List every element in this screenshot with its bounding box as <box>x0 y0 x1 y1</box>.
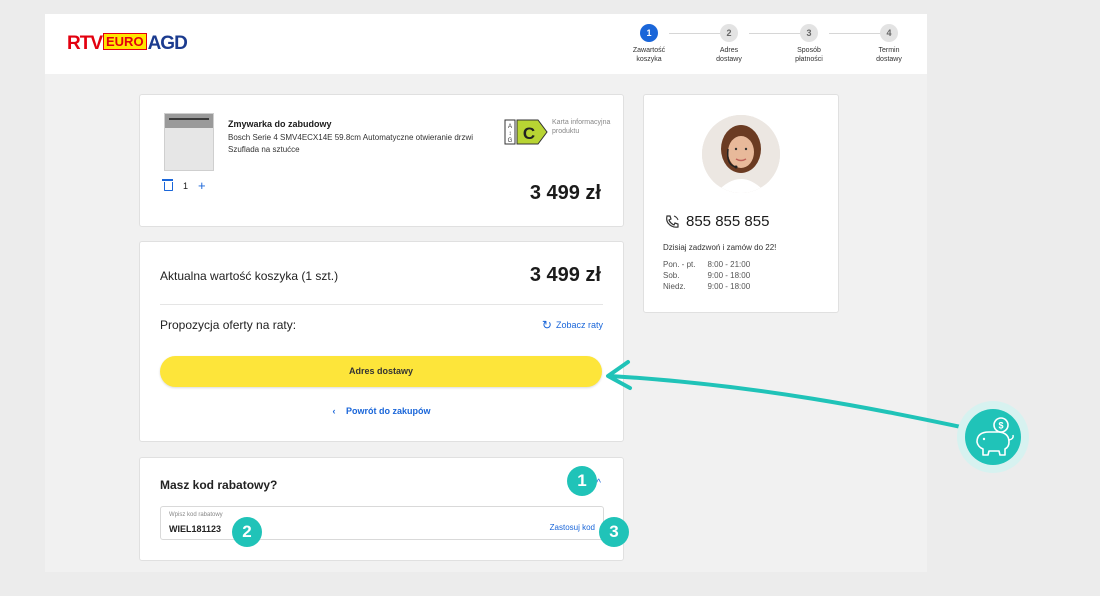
annotation-badge-2: 2 <box>232 517 262 547</box>
svg-text:$: $ <box>998 421 1003 431</box>
annotation-badge-3: 3 <box>599 517 629 547</box>
annotation-badge-1: 1 <box>567 466 597 496</box>
piggy-bank-icon: $ <box>965 409 1021 465</box>
piggy-bank-badge: $ <box>957 401 1029 473</box>
annotation-arrow <box>606 360 968 430</box>
